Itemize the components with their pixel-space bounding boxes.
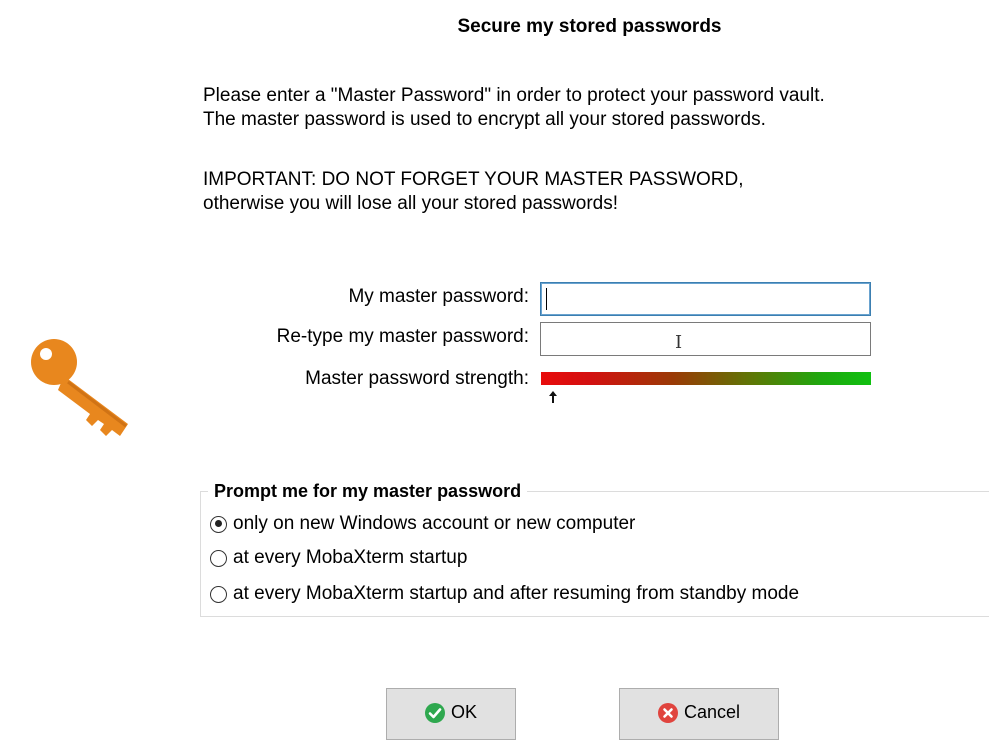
password-strength-label: Master password strength: [305, 368, 529, 389]
cancel-button-label: Cancel [683, 702, 741, 722]
master-password-input[interactable] [540, 282, 871, 316]
warning-line: otherwise you will lose all your stored … [203, 193, 619, 214]
password-strength-meter [541, 372, 871, 385]
text-cursor-icon: I [675, 332, 683, 353]
radio-label: only on new Windows account or new compu… [233, 513, 636, 534]
radio-button[interactable] [210, 549, 227, 567]
master-password-label: My master password: [348, 286, 529, 307]
dialog-title: Secure my stored passwords [457, 16, 722, 37]
x-circle-icon [657, 702, 678, 723]
radio-option-startup-and-standby[interactable]: at every MobaXterm startup and after res… [210, 583, 799, 605]
prompt-options-legend: Prompt me for my master password [208, 480, 528, 502]
radio-button[interactable] [210, 515, 227, 533]
ok-button[interactable]: OK [386, 688, 516, 740]
check-circle-icon [424, 702, 445, 723]
key-icon [31, 339, 128, 436]
radio-label: at every MobaXterm startup and after res… [233, 583, 800, 604]
radio-button[interactable] [210, 585, 227, 603]
intro-text: Please enter a "Master Password" in orde… [203, 84, 825, 132]
radio-label: at every MobaXterm startup [233, 547, 468, 568]
ok-button-label: OK [450, 702, 477, 722]
intro-line: Please enter a "Master Password" in orde… [203, 85, 825, 106]
intro-line: The master password is used to encrypt a… [203, 109, 766, 130]
arrow-up-icon [549, 391, 557, 403]
warning-line: IMPORTANT: DO NOT FORGET YOUR MASTER PAS… [203, 169, 744, 190]
radio-option-every-startup[interactable]: at every MobaXterm startup [210, 547, 467, 569]
retype-password-label: Re-type my master password: [276, 326, 529, 347]
cancel-button[interactable]: Cancel [619, 688, 779, 740]
text-caret [546, 288, 547, 310]
important-warning: IMPORTANT: DO NOT FORGET YOUR MASTER PAS… [203, 168, 744, 216]
retype-password-input[interactable] [540, 322, 871, 356]
radio-option-new-account[interactable]: only on new Windows account or new compu… [210, 513, 635, 535]
